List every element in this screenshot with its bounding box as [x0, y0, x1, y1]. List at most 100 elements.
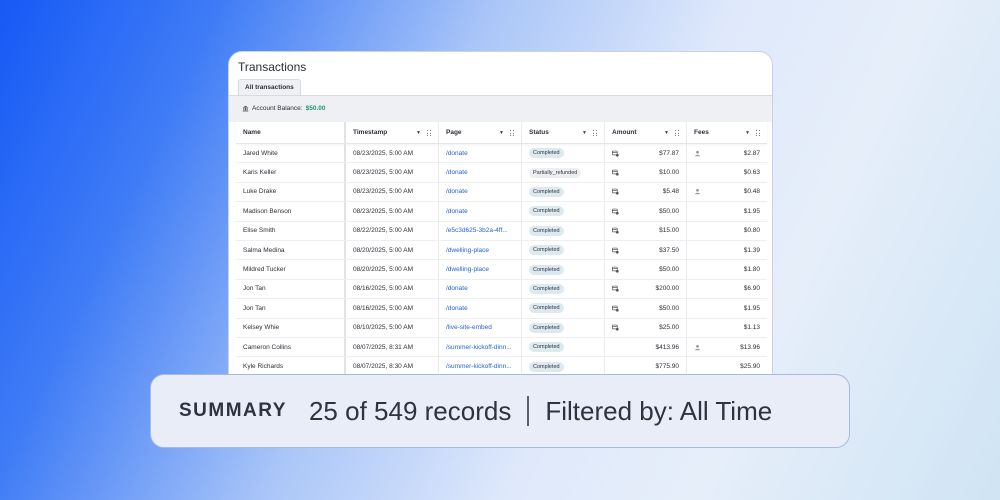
page-link[interactable]: /donate	[446, 169, 468, 176]
donor-name: Luke Drake	[243, 188, 277, 196]
cell-amount: $37.50	[605, 241, 687, 260]
drag-handle-icon[interactable]	[510, 130, 514, 137]
cell-timestamp: 08/10/2025, 5:00 AM	[346, 318, 439, 337]
table-row[interactable]: Madison Benson 08/23/2025, 5:00 AM/donate…	[236, 202, 767, 222]
timestamp: 08/07/2025, 8:30 AM	[353, 363, 413, 371]
column-header-label: Timestamp	[353, 129, 388, 136]
donor-name: Jon Tan	[243, 285, 266, 293]
column-header-name[interactable]: Name	[236, 122, 346, 143]
fee-value: $13.96	[740, 343, 760, 351]
sort-icon[interactable]: ▼	[416, 130, 421, 136]
fee-value: $1.80	[743, 266, 760, 274]
cell-fees: $0.80	[687, 222, 767, 240]
card-icon	[612, 208, 619, 215]
column-header-timestamp[interactable]: Timestamp ▼	[346, 122, 439, 143]
fee-value: $1.95	[743, 207, 760, 215]
cell-fees: $0.48	[687, 183, 767, 201]
cell-fees: $6.90	[687, 280, 767, 298]
status-badge: Completed	[529, 283, 564, 294]
record-count: 25 of 549 records	[308, 395, 512, 426]
sort-icon[interactable]: ▼	[664, 130, 669, 136]
page-link[interactable]: /donate	[446, 305, 468, 312]
cell-name: Luke Drake	[236, 182, 346, 202]
balance-label: Account Balance:	[252, 105, 303, 112]
page-link[interactable]: /donate	[446, 150, 468, 157]
timestamp: 08/10/2025, 5:00 AM	[353, 324, 413, 332]
summary-bar: SUMMARY 25 of 549 records Filtered by: A…	[150, 374, 850, 448]
cell-status: Completed	[522, 260, 605, 279]
table-row[interactable]: Karis Keller 08/23/2025, 5:00 AM/donate Pa…	[236, 163, 767, 183]
amount-value: $5.48	[662, 188, 679, 196]
status-badge: Completed	[529, 303, 564, 314]
drag-handle-icon[interactable]	[675, 130, 679, 137]
fee-value: $0.80	[743, 227, 760, 235]
page-link[interactable]: /donate	[446, 285, 468, 292]
cell-fees: $13.96	[687, 338, 767, 356]
sort-icon[interactable]: ▼	[499, 130, 504, 136]
donor-name: Madison Benson	[243, 207, 292, 215]
account-balance: Account Balance: $50.00	[242, 105, 325, 112]
cell-timestamp: 08/23/2025, 5:00 AM	[346, 144, 439, 163]
amount-value: $25.00	[659, 324, 679, 332]
cell-name: Jon Tan	[236, 279, 346, 299]
drag-handle-icon[interactable]	[756, 130, 760, 137]
tab-all-transactions[interactable]: All transactions	[238, 79, 301, 95]
cell-name: Elise Smith	[236, 221, 346, 240]
timestamp: 08/22/2025, 5:00 AM	[353, 227, 413, 235]
summary-label: SUMMARY	[179, 400, 287, 421]
donor-name: Kyle Richards	[243, 363, 284, 371]
fee-value: $6.90	[743, 285, 760, 293]
column-header-fees[interactable]: Fees ▼	[687, 122, 767, 143]
donor-name: Elise Smith	[243, 227, 276, 235]
table-row[interactable]: Elise Smith 08/22/2025, 5:00 AM/e5c3d625-…	[236, 221, 767, 241]
card-icon	[612, 169, 619, 176]
cell-status: Completed	[522, 279, 605, 299]
page-link[interactable]: /live-site-embed	[446, 324, 492, 331]
cell-page: /donate	[439, 182, 522, 202]
cell-amount: $50.00	[605, 202, 687, 221]
cell-amount: $200.00	[605, 279, 687, 299]
table-row[interactable]: Kelsey Whie 08/10/2025, 5:00 AM/live-site…	[236, 318, 767, 338]
page-link[interactable]: /summer-kickoff-dinn...	[446, 363, 512, 370]
fee-value: $1.13	[743, 324, 760, 332]
table-row[interactable]: Salma Medina 08/20/2025, 5:00 AM/dwelling…	[236, 241, 767, 261]
column-header-page[interactable]: Page ▼	[439, 122, 522, 143]
page-link[interactable]: /summer-kickoff-dinn...	[446, 344, 512, 351]
cell-amount: $5.48	[605, 182, 687, 202]
table-row[interactable]: Mildred Tucker 08/20/2025, 5:00 AM/dwelli…	[236, 260, 767, 280]
page-link[interactable]: /donate	[446, 208, 468, 215]
cell-timestamp: 08/20/2025, 5:00 AM	[346, 260, 439, 279]
status-badge: Completed	[529, 206, 564, 217]
amount-value: $10.00	[659, 169, 679, 177]
sort-icon[interactable]: ▼	[582, 130, 587, 136]
status-badge: Completed	[529, 148, 564, 159]
status-badge: Completed	[529, 342, 564, 353]
sort-icon[interactable]: ▼	[745, 130, 750, 136]
cell-amount: $50.00	[605, 299, 687, 318]
cell-timestamp: 08/22/2025, 5:00 AM	[346, 221, 439, 240]
table-row[interactable]: Jared White 08/23/2025, 5:00 AM/donate Com…	[236, 144, 767, 164]
amount-value: $15.00	[659, 227, 679, 235]
amount-value: $413.96	[655, 343, 680, 351]
timestamp: 08/23/2025, 5:00 AM	[353, 207, 413, 215]
table-row[interactable]: Luke Drake 08/23/2025, 5:00 AM/donate Comp…	[236, 182, 767, 203]
cell-timestamp: 08/07/2025, 8:31 AM	[346, 338, 439, 357]
page-link[interactable]: /dwelling-place	[446, 247, 489, 254]
drag-handle-icon[interactable]	[593, 130, 597, 137]
fee-value: $1.39	[743, 246, 760, 254]
status-badge: Completed	[529, 322, 564, 333]
card-icon	[612, 188, 619, 196]
page-link[interactable]: /dwelling-place	[446, 266, 489, 273]
page-link[interactable]: /e5c3d625-3b2a-4ff...	[446, 227, 508, 234]
table-row[interactable]: Jon Tan 08/16/2025, 5:00 AM/donate Complet…	[236, 299, 767, 319]
column-header-amount[interactable]: Amount ▼	[605, 122, 687, 143]
donor-name: Kelsey Whie	[243, 324, 280, 332]
cell-amount: $413.96	[605, 338, 687, 357]
table-row[interactable]: Jon Tan 08/16/2025, 5:00 AM/donate Complet…	[236, 279, 767, 300]
column-header-status[interactable]: Status ▼	[522, 122, 605, 143]
drag-handle-icon[interactable]	[427, 130, 431, 137]
amount-value: $50.00	[659, 304, 679, 312]
table-row[interactable]: Cameron Collins 08/07/2025, 8:31 AM/summe…	[236, 338, 767, 358]
cell-name: Kelsey Whie	[236, 318, 346, 337]
page-link[interactable]: /donate	[446, 188, 468, 195]
